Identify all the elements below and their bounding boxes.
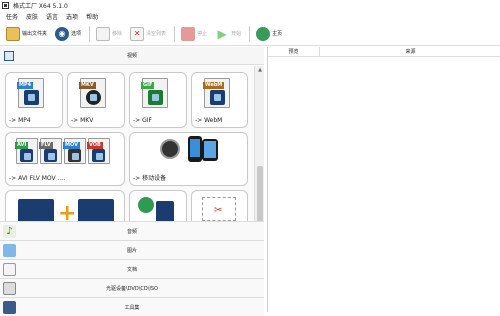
title-bar: 格式工厂 X64 5.1.0 xyxy=(0,0,500,11)
column-header-source[interactable]: 来源 xyxy=(320,47,500,57)
task-list: 预览 来源 xyxy=(267,47,500,312)
remove-button[interactable]: 移除 xyxy=(94,25,124,43)
globe-icon xyxy=(256,26,271,41)
category-tools[interactable]: 工具集 xyxy=(0,297,264,316)
menu-options[interactable]: 选项 xyxy=(66,12,78,21)
film-icon xyxy=(156,201,174,223)
tile-mkv[interactable]: MKV -> MKV xyxy=(67,72,125,128)
category-optical-disc[interactable]: 光驱设备\DVD\CD\ISO xyxy=(0,278,264,297)
reel-icon xyxy=(138,197,154,213)
webm-file-icon: WebM xyxy=(203,78,230,108)
function-panel: 视频 MP4 -> MP4 MKV -> MKV GIF -> GIF WebM… xyxy=(0,47,265,316)
mp4-file-icon: MP4 xyxy=(17,78,44,108)
mkv-file-icon: MKV xyxy=(79,78,106,108)
scroll-up-arrow[interactable]: ▲ xyxy=(255,66,265,74)
toolbar: 输出文件夹 ◉ 选项 移除 ✕ 清空列表 停止 ▶ 开始 主页 xyxy=(0,22,500,46)
gif-file-icon: GIF xyxy=(141,78,168,108)
clear-list-icon: ✕ xyxy=(130,26,145,41)
options-button[interactable]: ◉ 选项 xyxy=(53,25,83,43)
stop-button[interactable]: 停止 xyxy=(179,25,209,43)
column-header-preview[interactable]: 预览 xyxy=(268,47,320,57)
clear-list-button[interactable]: ✕ 清空列表 xyxy=(128,25,168,43)
home-button[interactable]: 主页 xyxy=(254,25,284,43)
scroll-thumb[interactable] xyxy=(257,166,263,226)
window-title: 格式工厂 X64 5.1.0 xyxy=(13,3,68,10)
menu-help[interactable]: 帮助 xyxy=(86,12,98,21)
menu-bar: 任务 皮肤 语言 选项 帮助 xyxy=(0,11,500,22)
stop-icon xyxy=(181,26,196,41)
category-document[interactable]: 文档 xyxy=(0,259,264,278)
menu-task[interactable]: 任务 xyxy=(6,12,18,21)
tile-mobile-device[interactable]: -> 移动设备 xyxy=(129,132,248,186)
app-icon xyxy=(2,2,9,9)
video-section-header[interactable]: 视频 xyxy=(0,47,264,65)
menu-skin[interactable]: 皮肤 xyxy=(26,12,38,21)
folder-icon xyxy=(6,26,20,41)
phone-icon xyxy=(188,136,202,162)
output-folder-button[interactable]: 输出文件夹 xyxy=(4,25,49,43)
start-button[interactable]: ▶ 开始 xyxy=(213,25,243,43)
scissors-icon: ✂ xyxy=(214,205,223,216)
tile-mp4[interactable]: MP4 -> MP4 xyxy=(5,72,63,128)
disc-icon xyxy=(160,139,180,159)
category-image[interactable]: 图片 xyxy=(0,240,264,259)
toolbar-divider xyxy=(89,25,91,42)
remove-icon xyxy=(96,26,111,41)
menu-language[interactable]: 语言 xyxy=(46,12,58,21)
tile-gif[interactable]: GIF -> GIF xyxy=(129,72,187,128)
gear-icon: ◉ xyxy=(55,26,70,41)
category-audio[interactable]: ♪ 音频 xyxy=(0,221,264,240)
tile-webm[interactable]: WebM -> WebM xyxy=(191,72,248,128)
tablet-icon xyxy=(202,139,218,161)
toolbar-divider xyxy=(249,25,251,42)
tile-avi-flv-mov[interactable]: AVI FLV MOV VOB -> AVI FLV MOV .... xyxy=(5,132,125,186)
toolbar-divider xyxy=(174,25,176,42)
play-icon: ▶ xyxy=(217,26,227,41)
